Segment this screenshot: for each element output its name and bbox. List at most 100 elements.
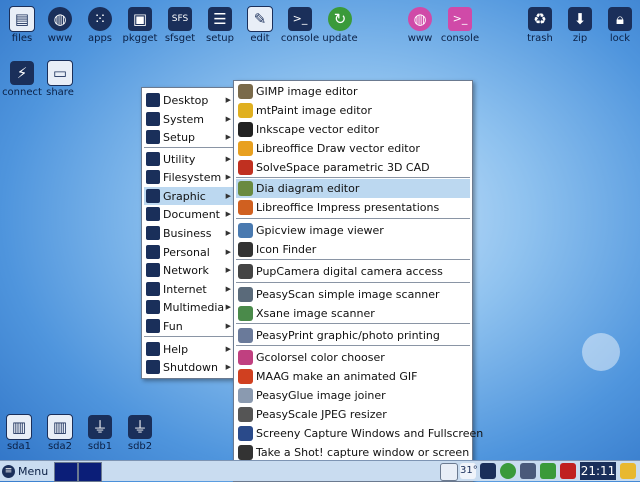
- desktop-icon-console[interactable]: >_ console: [278, 6, 322, 45]
- main-menu-item-system[interactable]: System ▶: [144, 110, 233, 128]
- main-menu-item-setup[interactable]: Setup ▶: [144, 128, 233, 146]
- submenu-item-libreoffice-draw-vector-editor[interactable]: Libreoffice Draw vector editor: [236, 139, 470, 158]
- scanner-icon: [238, 287, 253, 302]
- globe-icon: ◍: [407, 6, 433, 32]
- desktop-icon-edit[interactable]: ✎ edit: [238, 6, 282, 45]
- calendar-icon: [146, 245, 160, 259]
- drive-sda2[interactable]: ▥ sda2: [38, 414, 82, 453]
- drive-sdb2[interactable]: ⏚ sdb2: [118, 414, 162, 453]
- desktop-icon-label: edit: [250, 33, 270, 44]
- desktop-icon-lock[interactable]: 🔒︎ lock: [598, 6, 640, 45]
- desktop-icon-www[interactable]: ◍ www: [38, 6, 82, 45]
- submenu-item-icon-finder[interactable]: Icon Finder: [236, 240, 470, 259]
- desktop-icon-www2[interactable]: ◍ www: [398, 6, 442, 45]
- main-menu-item-desktop[interactable]: Desktop ▶: [144, 91, 233, 109]
- workspace-2[interactable]: [78, 462, 102, 482]
- graphic-submenu: GIMP image editor mtPaint image editor Ink…: [233, 80, 483, 482]
- submenu-item-peasyglue-image-joiner[interactable]: PeasyGlue image joiner: [236, 386, 470, 405]
- submenu-item-peasyscale-jpeg-resizer[interactable]: PeasyScale JPEG resizer: [236, 405, 470, 424]
- update-tray-icon[interactable]: [540, 463, 556, 479]
- drive-sdb1[interactable]: ⏚ sdb1: [78, 414, 122, 453]
- clock[interactable]: 21:11: [580, 462, 616, 480]
- submenu-arrow-icon: ▶: [225, 155, 231, 163]
- workspace-1[interactable]: [54, 462, 78, 482]
- main-menu-item-document[interactable]: Document ▶: [144, 205, 233, 223]
- desktop-icon-zip[interactable]: ⬇ zip: [558, 6, 602, 45]
- submenu-item-inkscape-vector-editor[interactable]: Inkscape vector editor: [236, 120, 470, 139]
- usb-icon: ⏚: [87, 414, 113, 440]
- submenu-arrow-icon: ▶: [225, 322, 231, 330]
- main-menu-item-multimedia[interactable]: Multimedia ▶: [144, 298, 233, 316]
- desktop-icon-label: lock: [609, 33, 631, 44]
- submenu-item-peasyscan-simple-image-scanner[interactable]: PeasyScan simple image scanner: [236, 285, 470, 304]
- submenu-item-label: Take a Shot! capture window or screen: [256, 446, 470, 459]
- power-tray-icon[interactable]: [520, 463, 536, 479]
- terminal-icon: >_: [447, 6, 473, 32]
- system-icon: [146, 112, 160, 126]
- globe-icon: [146, 282, 160, 296]
- tray-icon[interactable]: [440, 463, 458, 481]
- submenu-item-screeny-capture-windows-and-fullscreen[interactable]: Screeny Capture Windows and Fullscreen: [236, 424, 483, 443]
- inkscape-icon: [238, 122, 253, 137]
- main-menu-item-label: System: [163, 112, 205, 126]
- filesystem-icon: [146, 170, 160, 184]
- submenu-arrow-icon: ▶: [225, 192, 231, 200]
- package-icon: ▣: [127, 6, 153, 32]
- tray-icon[interactable]: [620, 463, 636, 479]
- desktop-icon-label: www: [47, 33, 73, 44]
- desktop-icon-label: zip: [572, 33, 588, 44]
- submenu-arrow-icon: ▶: [225, 173, 231, 181]
- submenu-item-gpicview-image-viewer[interactable]: Gpicview image viewer: [236, 221, 470, 240]
- main-menu-item-help[interactable]: Help ▶: [144, 340, 233, 358]
- network-tray-icon[interactable]: [480, 463, 496, 479]
- main-menu-item-label: Help: [163, 342, 189, 356]
- sfs-icon: SFS: [167, 6, 193, 32]
- desktop-icon-sfsget[interactable]: SFS sfsget: [158, 6, 202, 45]
- submenu-item-gcolorsel-color-chooser[interactable]: Gcolorsel color chooser: [236, 348, 470, 367]
- trash-icon: ♻: [527, 6, 553, 32]
- submenu-item-dia-diagram-editor[interactable]: Dia diagram editor: [236, 179, 470, 198]
- submenu-arrow-icon: ▶: [225, 133, 231, 141]
- main-menu-item-filesystem[interactable]: Filesystem ▶: [144, 168, 233, 186]
- main-menu-item-graphic[interactable]: Graphic ▶: [144, 187, 233, 205]
- submenu-item-label: MAAG make an animated GIF: [256, 370, 418, 383]
- desktop-icon-label: apps: [87, 33, 113, 44]
- desktop-icon-share[interactable]: ▭ share: [38, 60, 82, 99]
- network-icon: [146, 263, 160, 277]
- submenu-arrow-icon: ▶: [225, 345, 231, 353]
- main-menu-item-business[interactable]: Business ▶: [144, 224, 233, 242]
- submenu-item-peasyprint-graphic-photo-printing[interactable]: PeasyPrint graphic/photo printing: [236, 326, 470, 345]
- submenu-item-mtpaint-image-editor[interactable]: mtPaint image editor: [236, 101, 470, 120]
- submenu-item-xsane-image-scanner[interactable]: Xsane image scanner: [236, 304, 470, 323]
- desktop-icon-update[interactable]: ↻ update: [318, 6, 362, 45]
- submenu-item-maag-make-an-animated-gif[interactable]: MAAG make an animated GIF: [236, 367, 470, 386]
- desktop-icon-label: www: [407, 33, 433, 44]
- main-menu-item-personal[interactable]: Personal ▶: [144, 243, 233, 261]
- glue-icon: [238, 388, 253, 403]
- submenu-item-gimp-image-editor[interactable]: GIMP image editor: [236, 82, 470, 101]
- taskbar: ≡ Menu 31° 21:11: [0, 460, 640, 482]
- desktop-icon-label: setup: [206, 33, 234, 44]
- main-menu-item-network[interactable]: Network ▶: [144, 261, 233, 279]
- submenu-item-solvespace-parametric-3d-cad[interactable]: SolveSpace parametric 3D CAD: [236, 158, 470, 177]
- menu-button[interactable]: ≡ Menu: [2, 463, 48, 479]
- mtpaint-icon: [238, 103, 253, 118]
- main-menu-item-internet[interactable]: Internet ▶: [144, 280, 233, 298]
- desktop-icon-apps[interactable]: ⁙ apps: [78, 6, 122, 45]
- help-icon: [146, 342, 160, 356]
- desktop-icon-setup[interactable]: ☰ setup: [198, 6, 242, 45]
- main-menu-item-shutdown[interactable]: Shutdown ▶: [144, 358, 233, 376]
- submenu-item-pupcamera-digital-camera-access[interactable]: PupCamera digital camera access: [236, 262, 470, 281]
- cpu-monitor-tray-icon[interactable]: [560, 463, 576, 479]
- desktop-icon-console2[interactable]: >_ console: [438, 6, 482, 45]
- drive-sda1[interactable]: ▥ sda1: [0, 414, 41, 453]
- gpicview-icon: [238, 223, 253, 238]
- main-menu-item-fun[interactable]: Fun ▶: [144, 317, 233, 335]
- submenu-item-libreoffice-impress-presentations[interactable]: Libreoffice Impress presentations: [236, 198, 470, 217]
- desktop-icon-pkgget[interactable]: ▣ pkgget: [118, 6, 162, 45]
- desktop-icon-trash[interactable]: ♻ trash: [518, 6, 562, 45]
- volume-tray-icon[interactable]: [500, 463, 516, 479]
- submenu-arrow-icon: ▶: [225, 229, 231, 237]
- globe-icon: ◍: [47, 6, 73, 32]
- main-menu-item-utility[interactable]: Utility ▶: [144, 150, 233, 168]
